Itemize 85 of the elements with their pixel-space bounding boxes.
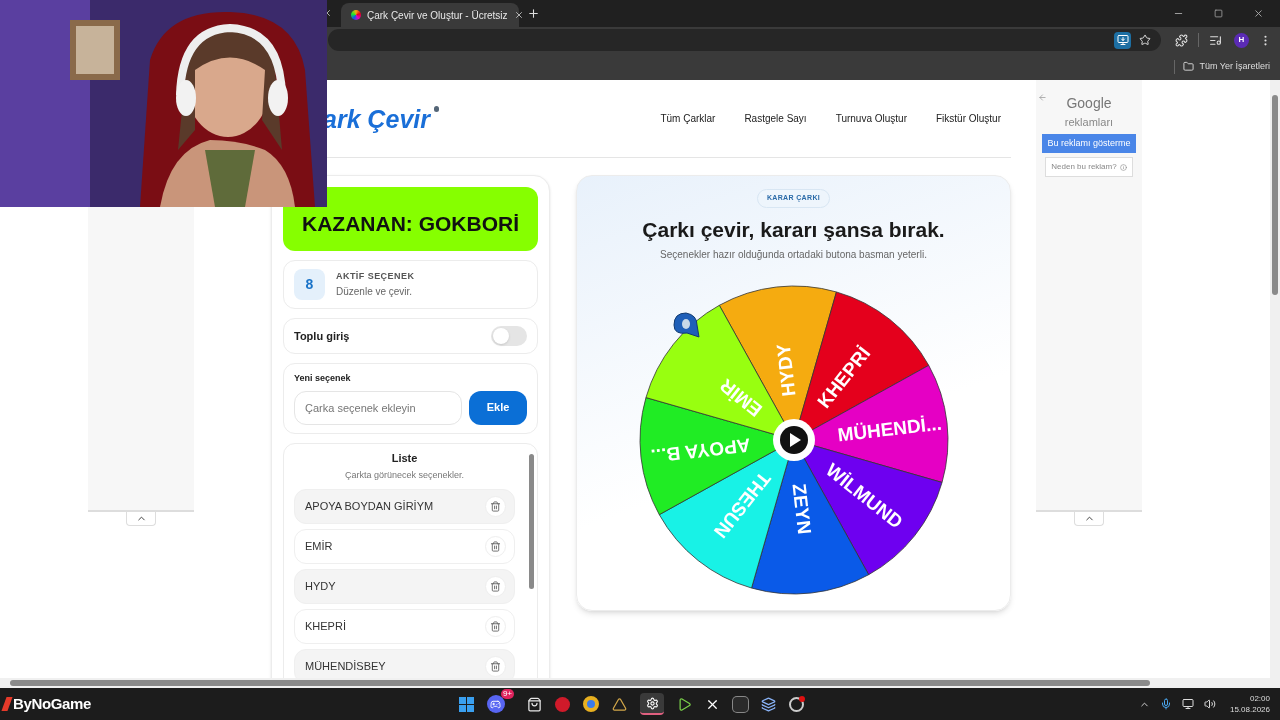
count-badge: 8 (294, 269, 325, 300)
stats-title: AKTİF SEÇENEK (336, 270, 415, 284)
colorful-wheel-icon (351, 10, 361, 20)
download-icon[interactable] (1114, 31, 1131, 49)
bookmark-folder[interactable]: Tüm Yer İşaretleri (1183, 59, 1270, 74)
trash-icon[interactable] (490, 500, 501, 512)
extensions-icon[interactable] (1175, 33, 1188, 47)
trash-icon[interactable] (490, 540, 501, 552)
nav-link[interactable]: Fikstür Oluştur (936, 111, 1001, 126)
delete-button[interactable] (485, 575, 506, 597)
maximize-icon[interactable] (1214, 9, 1223, 18)
bookmark-star-icon[interactable] (1139, 34, 1151, 46)
why-ad-button[interactable]: Neden bu reklam? (1045, 157, 1133, 177)
card-heading: Çarkı çevir, kararı şansa bırak. (642, 216, 945, 243)
microphone-icon[interactable] (1159, 698, 1172, 710)
browser-tab[interactable]: Çark Çevir ve Oluştur - Ücretsiz (341, 3, 519, 27)
bird-icon (434, 105, 440, 112)
field-label: Yeni seçenek (294, 372, 352, 385)
media-controls-icon[interactable] (1209, 33, 1222, 47)
new-tab-icon[interactable] (527, 7, 540, 20)
trash-icon[interactable] (490, 620, 501, 632)
toggle-switch[interactable] (491, 326, 527, 346)
gamepad-icon (490, 698, 502, 710)
play-app-icon[interactable] (677, 696, 693, 712)
list-subtitle: Çarkta görünecek seçenekler. (344, 469, 465, 482)
option-row[interactable]: EMİR (294, 528, 515, 564)
card-subtitle: Seçenekler hazır olduğunda ortadaki butona basman yeterli. (660, 248, 927, 262)
trash-icon[interactable] (490, 660, 501, 672)
chat-app-button[interactable] (486, 695, 505, 713)
info-icon (1119, 163, 1127, 171)
list-title: Liste (391, 450, 418, 466)
slash-logo-icon (1, 697, 13, 711)
option-row[interactable]: APOYA BOYDAN GİRİYM (294, 488, 515, 524)
play-button[interactable] (772, 419, 815, 461)
option-row[interactable]: HYDY (294, 568, 515, 604)
option-label: EMİR (305, 538, 333, 554)
pointer-marker-icon (673, 312, 699, 338)
overlay-logo: ByNoGame (13, 693, 91, 714)
ad-provider-title: Google (1066, 94, 1112, 113)
windows-start-icon[interactable] (458, 696, 474, 712)
add-button[interactable]: Ekle (469, 390, 527, 425)
option-label: HYDY (305, 578, 336, 594)
segment-label: MÜHENDİ... (836, 412, 943, 446)
square-app-icon[interactable] (733, 696, 749, 712)
delete-button[interactable] (485, 535, 506, 557)
option-label: KHEPRİ (305, 618, 346, 634)
option-label: MÜHENDİSBEY (305, 658, 386, 674)
list-scrollbar[interactable] (529, 453, 534, 589)
horizontal-scrollbar-thumb[interactable] (10, 680, 1150, 686)
nav-link[interactable]: Rastgele Sayı (744, 111, 807, 126)
delete-button[interactable] (485, 655, 506, 677)
network-icon[interactable] (1181, 698, 1194, 710)
close-icon[interactable] (1253, 8, 1264, 19)
hide-ad-button[interactable]: Bu reklamı gösterme (1042, 133, 1136, 153)
ad-provider-subtitle: reklamları (1064, 115, 1114, 130)
stats-subtitle: Düzenle ve çevir. (336, 284, 414, 299)
notification-badge: 9+ (500, 689, 515, 699)
option-label: APOYA BOYDAN GİRİYM (305, 498, 434, 514)
option-row[interactable]: KHEPRİ (294, 608, 515, 644)
record-app-icon[interactable] (789, 696, 805, 712)
nav-link[interactable]: Tüm Çarklar (660, 111, 716, 126)
segment-label: APOYA B... (649, 434, 751, 467)
profile-avatar[interactable]: H (1234, 32, 1249, 48)
clock-date[interactable]: 15.08.2026 (1229, 704, 1270, 715)
option-row[interactable]: MÜHENDİSBEY (294, 648, 515, 678)
segment-label: ZEYN (788, 482, 815, 536)
vertical-scrollbar-thumb[interactable] (1272, 95, 1278, 295)
store-bag-icon[interactable] (527, 696, 543, 712)
trash-icon[interactable] (490, 580, 501, 592)
layers-app-icon[interactable] (761, 696, 777, 712)
round-app-icon[interactable] (555, 696, 571, 712)
tab-title: Çark Çevir ve Oluştur - Ücretsiz (367, 8, 508, 23)
delete-button[interactable] (485, 495, 506, 517)
clock-time[interactable]: 02:00 (1249, 693, 1270, 704)
nav-link[interactable]: Turnuva Oluştur (835, 111, 907, 126)
toggle-label: Toplu giriş (294, 328, 350, 344)
folder-icon (1183, 61, 1195, 72)
winner-banner: KAZANAN: GOKBORİ (283, 187, 538, 251)
volume-icon[interactable] (1203, 698, 1216, 710)
option-input-field[interactable]: Çarka seçenek ekleyin (294, 390, 462, 425)
close-tab-icon[interactable] (513, 10, 524, 20)
segment-label: HYDY (772, 342, 799, 398)
triangle-app-icon[interactable] (612, 696, 628, 712)
active-app-icon[interactable] (640, 693, 665, 715)
delete-button[interactable] (485, 615, 506, 637)
